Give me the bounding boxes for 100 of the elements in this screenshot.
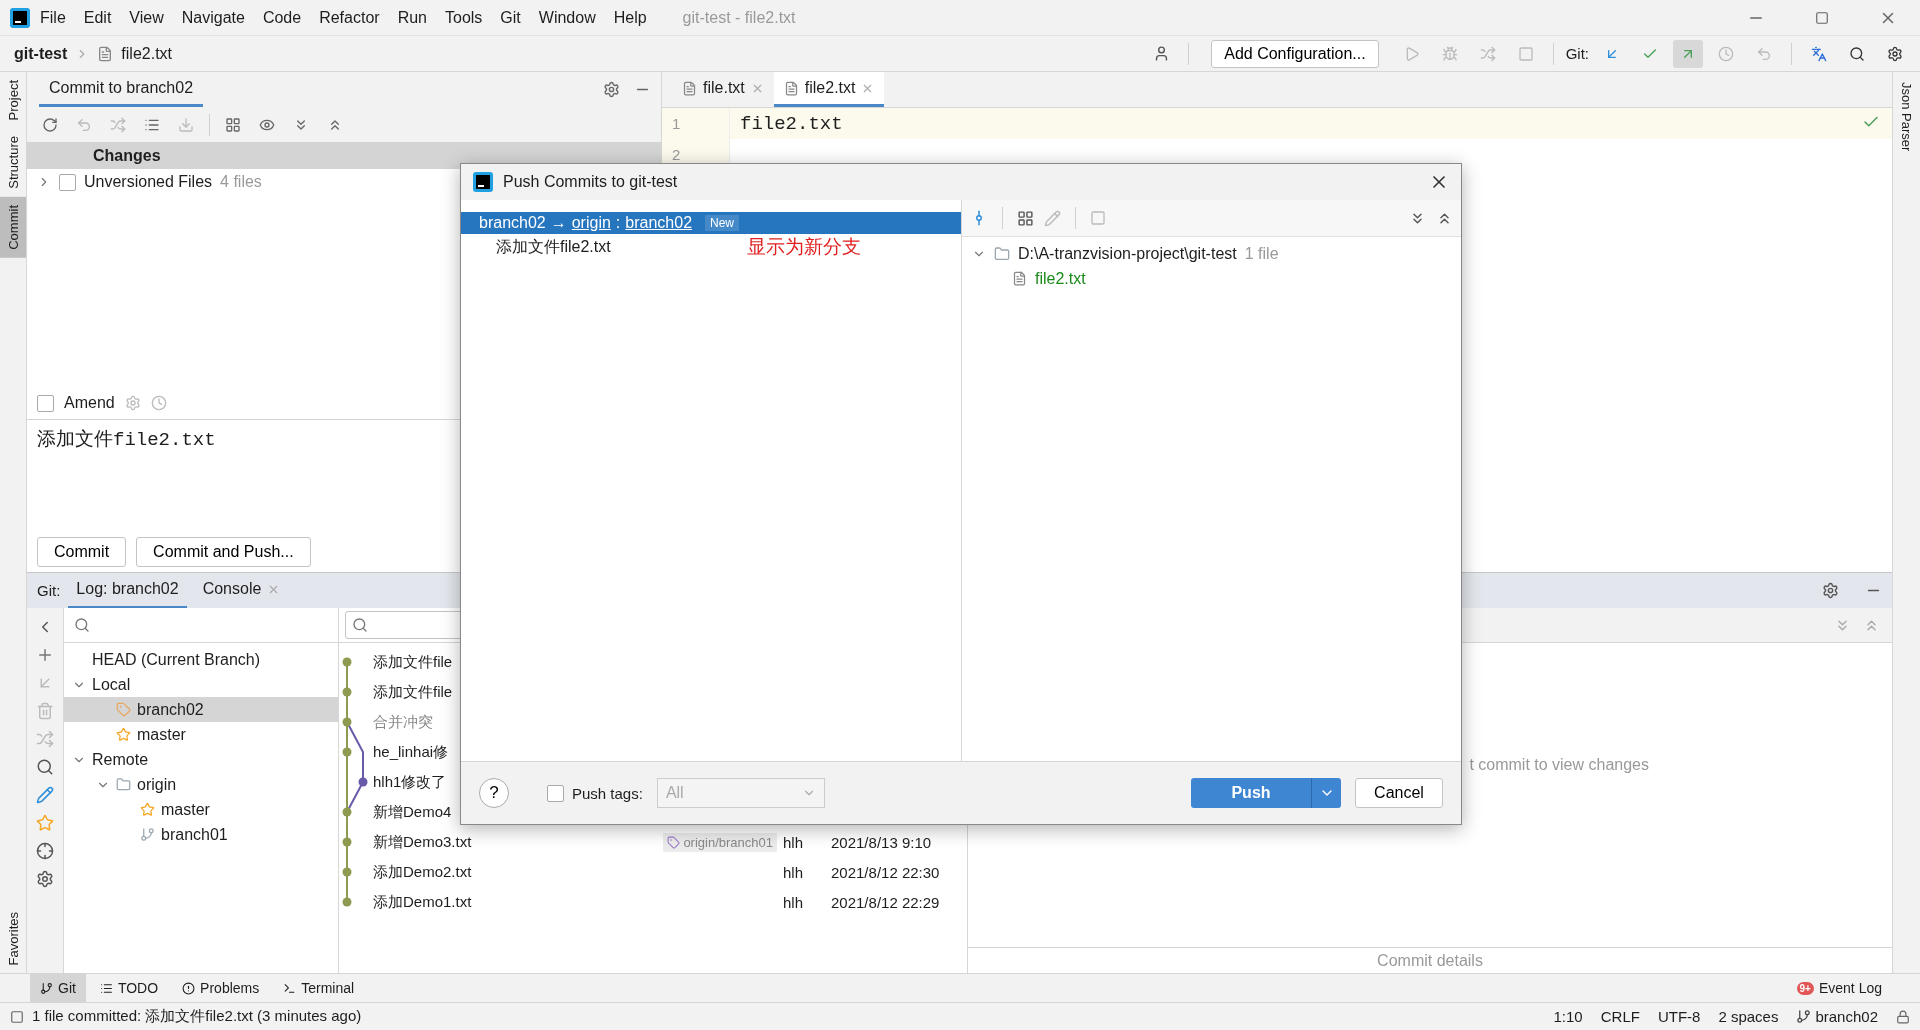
amend-label: Amend [64, 394, 115, 412]
breadcrumb-item[interactable]: file2.txt [121, 44, 172, 63]
rollback-icon[interactable] [1756, 45, 1772, 62]
commit-message: 添加文件file [373, 682, 453, 700]
commit-button[interactable]: Commit [37, 537, 127, 567]
refresh-icon[interactable] [42, 116, 58, 133]
help-button[interactable]: ? [479, 778, 509, 808]
tool-window-tab[interactable]: Commit [0, 197, 26, 258]
branch-icon [1796, 1009, 1812, 1024]
push-tags-checkbox[interactable] [547, 784, 564, 802]
line-ending[interactable]: CRLF [1600, 1008, 1640, 1025]
tool-window-tab[interactable]: Structure [0, 128, 26, 198]
branch-row[interactable]: master [64, 722, 338, 747]
folder-path[interactable]: D:\A-tranzvision-project\git-test [1018, 244, 1237, 263]
history-icon[interactable] [150, 395, 167, 411]
debug-icon[interactable] [1441, 45, 1458, 62]
group-icon[interactable] [1017, 209, 1034, 227]
group-icon[interactable] [225, 116, 241, 133]
settings-icon[interactable] [603, 81, 620, 98]
breadcrumb-item[interactable]: git-test [14, 44, 68, 63]
settings-icon[interactable] [1887, 45, 1903, 62]
editor-tab[interactable]: file.txt [672, 72, 774, 107]
menu-item[interactable]: View [121, 8, 172, 27]
history-icon[interactable] [1718, 45, 1734, 62]
tool-window-tab[interactable]: Favorites [0, 903, 26, 973]
rollback-icon[interactable] [76, 116, 92, 133]
search-icon[interactable] [36, 758, 54, 776]
translate-icon[interactable] [1811, 45, 1827, 62]
tree-item-label[interactable]: Unversioned Files [84, 173, 213, 191]
branch-row[interactable]: HEAD (Current Branch) [64, 647, 338, 672]
push-button[interactable]: Push [1191, 778, 1311, 808]
delete-icon[interactable] [36, 702, 54, 720]
commit-row[interactable]: 添加Demo1.txt hlh 2021/8/12 22:29 [369, 887, 967, 917]
search-icon[interactable] [1849, 45, 1865, 62]
branch-widget[interactable]: branch02 [1815, 1008, 1878, 1025]
add-icon[interactable] [36, 646, 54, 664]
settings-icon[interactable] [36, 870, 54, 888]
editor-tab[interactable]: file2.txt [773, 72, 885, 107]
push-options-button[interactable] [1311, 778, 1341, 808]
commit-message[interactable]: 添加文件file2.txt [496, 236, 611, 258]
commit-date: 2021/8/12 22:29 [831, 893, 941, 911]
folder-icon [116, 777, 131, 792]
remote-link[interactable]: origin [571, 214, 611, 232]
menu-item[interactable]: Window [530, 8, 604, 27]
indent-setting[interactable]: 2 spaces [1718, 1008, 1779, 1025]
commit-message: 添加Demo1.txt [373, 892, 472, 910]
locate-icon[interactable] [36, 842, 54, 860]
menu-item[interactable]: Edit [75, 8, 120, 27]
file-icon [783, 80, 799, 96]
branch-row[interactable]: Local [64, 672, 338, 697]
settings-icon[interactable] [1822, 582, 1839, 599]
target-branch-link[interactable]: branch02 [625, 214, 693, 232]
menu-item[interactable]: Help [605, 8, 655, 27]
tool-window-tab[interactable]: Json Parser [1899, 72, 1914, 162]
commit-message: he_linhai修 [373, 742, 449, 760]
file-count: 1 file [1244, 244, 1279, 263]
commit-date: 2021/8/12 22:30 [831, 863, 941, 881]
cancel-button[interactable]: Cancel [1355, 778, 1443, 808]
tool-window-button[interactable]: TODO [89, 974, 169, 1002]
event-log-button[interactable]: 9+ Event Log [1786, 974, 1892, 1002]
caret-position[interactable]: 1:10 [1553, 1008, 1583, 1025]
window-title: git-test - file2.txt [682, 8, 797, 27]
menu-item[interactable]: Code [254, 8, 310, 27]
branch-label: Remote [92, 750, 149, 769]
commit-row[interactable]: 添加Demo2.txt hlh 2021/8/12 22:30 [369, 857, 967, 887]
tool-window-button[interactable]: Problems [172, 974, 270, 1002]
branch-label: branch02 [137, 700, 204, 719]
branch-row[interactable]: branch02 [64, 697, 338, 722]
tool-window-button[interactable]: Git [30, 974, 86, 1002]
tag-icon [116, 702, 131, 717]
menu-item[interactable]: Tools [437, 8, 491, 27]
ref-label: origin/branch01 [663, 832, 777, 852]
menu-item[interactable]: Navigate [173, 8, 253, 27]
star-icon[interactable] [36, 814, 54, 832]
add-configuration-button[interactable]: Add Configuration... [1211, 39, 1379, 68]
menu-item[interactable]: Git [492, 8, 529, 27]
commit-button[interactable]: Commit and Push... [136, 537, 311, 567]
encoding[interactable]: UTF-8 [1657, 1008, 1701, 1025]
branch-row[interactable]: origin [64, 772, 338, 797]
edit-icon[interactable] [1044, 209, 1061, 227]
push-spec-row[interactable]: branch02 → origin : branch02 New [461, 212, 961, 234]
menu-item[interactable]: File [32, 8, 74, 27]
branch-row[interactable]: branch01 [64, 822, 338, 847]
edit-icon[interactable] [36, 786, 54, 804]
checkbox[interactable] [59, 173, 76, 191]
branch-row[interactable]: Remote [64, 747, 338, 772]
menu-item[interactable]: Run [389, 8, 435, 27]
tool-window-button[interactable]: Terminal [273, 974, 365, 1002]
commit-author: hlh [783, 863, 805, 881]
file-name[interactable]: file2.txt [1035, 269, 1086, 288]
amend-checkbox[interactable] [37, 394, 54, 412]
restore-icon[interactable] [1815, 10, 1829, 25]
download-icon[interactable] [178, 116, 194, 133]
lock-icon[interactable] [1896, 1009, 1910, 1024]
tool-window-tab[interactable]: Project [0, 72, 26, 129]
commit-message: 添加文件file [373, 652, 453, 670]
branch-row[interactable]: master [64, 797, 338, 822]
menu-item[interactable]: Refactor [311, 8, 388, 27]
commit-row[interactable]: 新增Demo3.txt origin/branch01 hlh 2021/8/13 9:10 [369, 827, 967, 857]
tool-tab[interactable]: Console [194, 572, 289, 609]
